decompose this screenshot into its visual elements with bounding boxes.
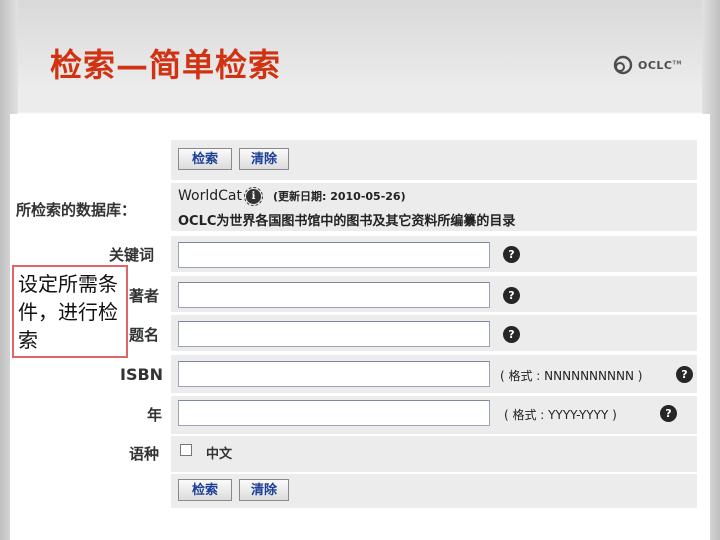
title-label: 题名 xyxy=(129,326,160,344)
isbn-input[interactable] xyxy=(178,361,490,387)
author-help-icon[interactable]: ? xyxy=(503,287,520,304)
language-label: 语种 xyxy=(129,445,160,463)
isbn-help-icon[interactable]: ? xyxy=(676,366,693,383)
keyword-help-icon[interactable]: ? xyxy=(503,246,520,263)
year-input[interactable] xyxy=(178,400,490,426)
keyword-input[interactable] xyxy=(178,242,490,268)
database-label: 所检索的数据库： xyxy=(16,201,137,219)
logo-text: OCLCTM xyxy=(638,58,682,72)
clear-button-bottom[interactable]: 清除 xyxy=(239,479,289,501)
keyword-label: 关键词 xyxy=(109,246,155,264)
slide-title: 检索—简单检索 xyxy=(50,46,282,84)
language-chinese-checkbox[interactable] xyxy=(180,444,192,456)
author-label: 著者 xyxy=(129,287,160,305)
search-button-bottom[interactable]: 检索 xyxy=(178,479,232,501)
isbn-format-hint: ( 格式 : NNNNNNNNNN ) xyxy=(500,369,643,383)
author-input[interactable] xyxy=(178,282,490,308)
database-name: WorldCat xyxy=(178,188,242,204)
year-format-hint: ( 格式 : YYYY-YYYY ) xyxy=(504,408,617,422)
clear-button-top[interactable]: 清除 xyxy=(239,148,289,170)
oclc-logo: OCLCTM xyxy=(612,54,682,76)
oclc-logo-icon xyxy=(613,55,633,75)
language-row xyxy=(171,436,697,472)
year-help-icon[interactable]: ? xyxy=(660,405,677,422)
isbn-label: ISBN xyxy=(120,365,164,384)
database-description: OCLC为世界各国图书馆中的图书及其它资料所编纂的目录 xyxy=(178,214,516,229)
annotation-callout: 设定所需条件，进行检索 xyxy=(12,265,128,358)
database-info: WorldCat i (更新日期: 2010-05-26) xyxy=(178,186,406,206)
year-label: 年 xyxy=(147,406,163,424)
search-button-top[interactable]: 检索 xyxy=(178,148,232,170)
database-updated: (更新日期: 2010-05-26) xyxy=(272,190,406,203)
info-icon[interactable]: i xyxy=(243,186,263,206)
title-input[interactable] xyxy=(178,321,490,347)
language-chinese-label: 中文 xyxy=(206,447,233,462)
title-help-icon[interactable]: ? xyxy=(503,326,520,343)
